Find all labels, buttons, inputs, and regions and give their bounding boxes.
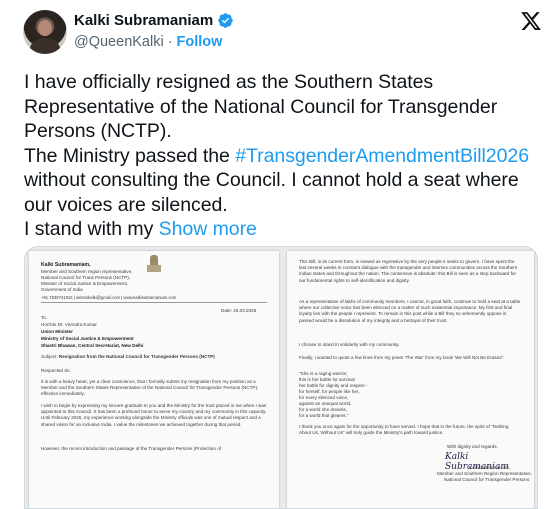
letter-recipient-line: Shastri Bhawan, Central Secretariat, New… [41,343,144,348]
poem-line: for a world that gleams." [299,413,349,418]
tweet-line: Representative of the National Council f… [24,95,498,118]
letter-subject-label: Subject: [41,354,58,359]
tweet-line: I stand with my Show more [24,217,544,242]
separator-dot: · [167,34,173,50]
letter-salutation: Respected Sir, [41,368,71,373]
letter-paragraph: This Bill, in its current form, is viewe… [299,259,518,283]
letter-subject: Resignation from the National Council fo… [58,354,215,359]
tweet-line: Persons (NCTP). [24,120,172,142]
display-name[interactable]: Kalki Subramaniam [74,12,213,29]
letter-paragraph: However, the recent introduction and pas… [41,446,222,451]
follow-button[interactable]: Follow [177,34,223,50]
letter-recipient-line: Ministry of Social Justice & Empowerment [41,336,134,341]
tweet-text: I have officially resigned as the Southe… [24,70,544,242]
letter-paragraph: Finally, I wanted to quote a few lines f… [299,355,504,360]
hashtag-link[interactable]: #TransgenderAmendmentBill2026 [235,145,529,167]
letter-contact: +91 7639741916 | writetokalki@gmail.com … [41,295,177,300]
attached-image[interactable]: Kalki Subramaniam, Member and Southern r… [24,246,538,509]
emblem-icon [146,255,162,275]
tweet-text-segment: The Ministry passed the [24,144,236,167]
letter-to: To, [41,315,48,320]
name-row: Kalki Subramaniam [74,12,234,29]
letter-paragraph: As a representative of lakhs of communit… [299,299,521,323]
letter-divider [41,302,267,303]
letter-paragraph: It is with a heavy heart, yet a clear co… [41,379,259,397]
letter-sign-line: National Council for Transgender Persons [444,477,530,482]
letter-date: Date: 25.03.2026 [221,308,257,313]
handle[interactable]: @QueenKalki [74,34,164,50]
letter-sender-line: Government of India [41,287,83,292]
tweet-header: Kalki Subramaniam @QueenKalki · Follow [12,8,548,62]
letter-page-right: This Bill, in its current form, is viewe… [287,251,534,508]
letter-subject-row: Subject: Resignation from the National C… [41,354,215,360]
letter-sender-name: Kalki Subramaniam, [41,262,91,268]
tweet-line: I have officially resigned as the Southe… [24,71,434,93]
tweet-text-segment: I stand with my [24,218,159,240]
letter-paragraph: I wish to begin by expressing my sincere… [41,403,267,427]
tweet-line: our voices are silenced. [24,193,228,216]
letter-recipient-line: Union Minister [41,329,73,334]
letter-closing: With dignity and regards, [447,444,498,449]
show-more-link[interactable]: Show more [159,218,257,240]
avatar-body [30,38,60,54]
avatar-face [38,20,52,36]
avatar[interactable] [23,10,67,54]
letter-paragraph: I choose to stand in solidarity with my … [299,342,400,347]
verified-badge-icon [218,13,233,28]
x-logo-icon[interactable] [520,10,542,32]
tweet-line: without consulting the Council. I cannot… [24,169,519,191]
letter-recipient-line: Hon'ble Dr. Virendra Kumar [41,322,97,327]
letter-page-left: Kalki Subramaniam, Member and Southern r… [29,251,279,508]
tweet-line: The Ministry passed the #TransgenderAmen… [24,144,544,169]
letter-paragraph: I thank you once again for the opportuni… [299,424,509,436]
handle-row: @QueenKalki · Follow [74,34,222,50]
